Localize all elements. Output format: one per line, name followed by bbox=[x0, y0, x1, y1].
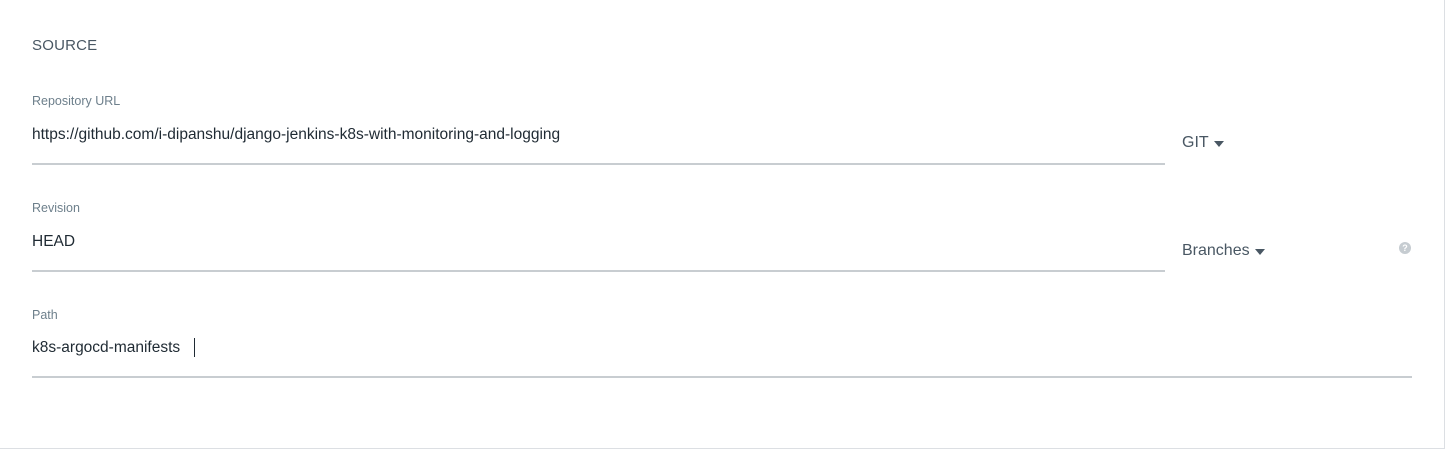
revision-ref-dropdown[interactable]: Branches bbox=[1182, 242, 1265, 260]
path-label: Path bbox=[32, 308, 58, 322]
path-underline bbox=[32, 376, 1412, 378]
revision-underline bbox=[32, 270, 1165, 272]
repo-type-dropdown[interactable]: GIT bbox=[1182, 134, 1224, 152]
repo-url-underline bbox=[32, 163, 1165, 165]
section-title: SOURCE bbox=[32, 37, 98, 54]
question-circle-icon[interactable]: ? bbox=[1399, 242, 1411, 254]
path-input[interactable] bbox=[32, 336, 1410, 360]
revision-ref-label: Branches bbox=[1182, 242, 1250, 259]
caret-down-icon bbox=[1254, 249, 1265, 255]
revision-input[interactable] bbox=[32, 230, 1162, 254]
source-panel: SOURCE Repository URL GIT Revision Branc… bbox=[0, 0, 1445, 449]
revision-label: Revision bbox=[32, 201, 80, 215]
repo-url-input[interactable] bbox=[32, 123, 1162, 147]
caret-down-icon bbox=[1213, 141, 1224, 147]
repo-type-label: GIT bbox=[1182, 134, 1209, 151]
text-cursor bbox=[194, 338, 195, 357]
repo-url-label: Repository URL bbox=[32, 94, 121, 108]
